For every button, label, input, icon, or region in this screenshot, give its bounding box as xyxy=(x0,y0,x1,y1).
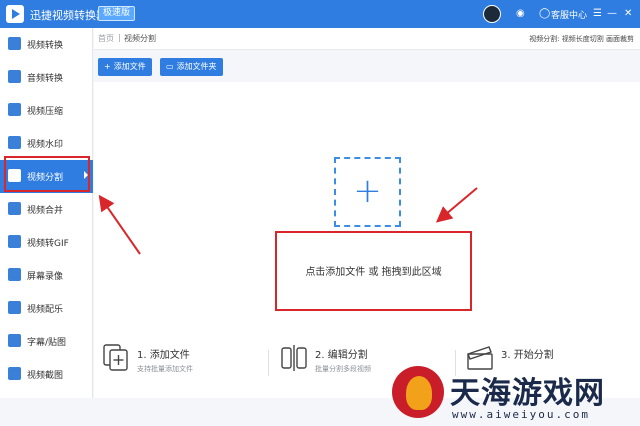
step-title: 2. 编辑分割 xyxy=(315,350,368,361)
add-file-icon xyxy=(103,344,128,371)
step-divider xyxy=(268,350,269,376)
site-watermark: 天海游戏网 www.aiweiyou.com xyxy=(390,364,640,426)
step-description: 批量分割多段视频 xyxy=(315,365,371,373)
step-add-file: 1. 添加文件 支持批量添加文件 xyxy=(103,340,263,380)
step-title: 1. 添加文件 xyxy=(137,350,190,361)
app-window: 迅捷视频转换器 极速版 ◉ ◯ 客服中心 ☰ — ✕ 视频转换 音频转换 视频压… xyxy=(0,0,640,426)
arrow-to-sidebar xyxy=(98,194,141,255)
step-title: 3. 开始分割 xyxy=(501,350,554,361)
flame-logo-icon xyxy=(392,366,444,418)
arrow-to-dropzone xyxy=(435,187,478,223)
edit-split-icon xyxy=(281,345,307,371)
step-description: 支持批量添加文件 xyxy=(137,365,193,373)
watermark-title: 天海游戏网 xyxy=(450,376,605,411)
watermark-url: www.aiweiyou.com xyxy=(452,408,590,421)
